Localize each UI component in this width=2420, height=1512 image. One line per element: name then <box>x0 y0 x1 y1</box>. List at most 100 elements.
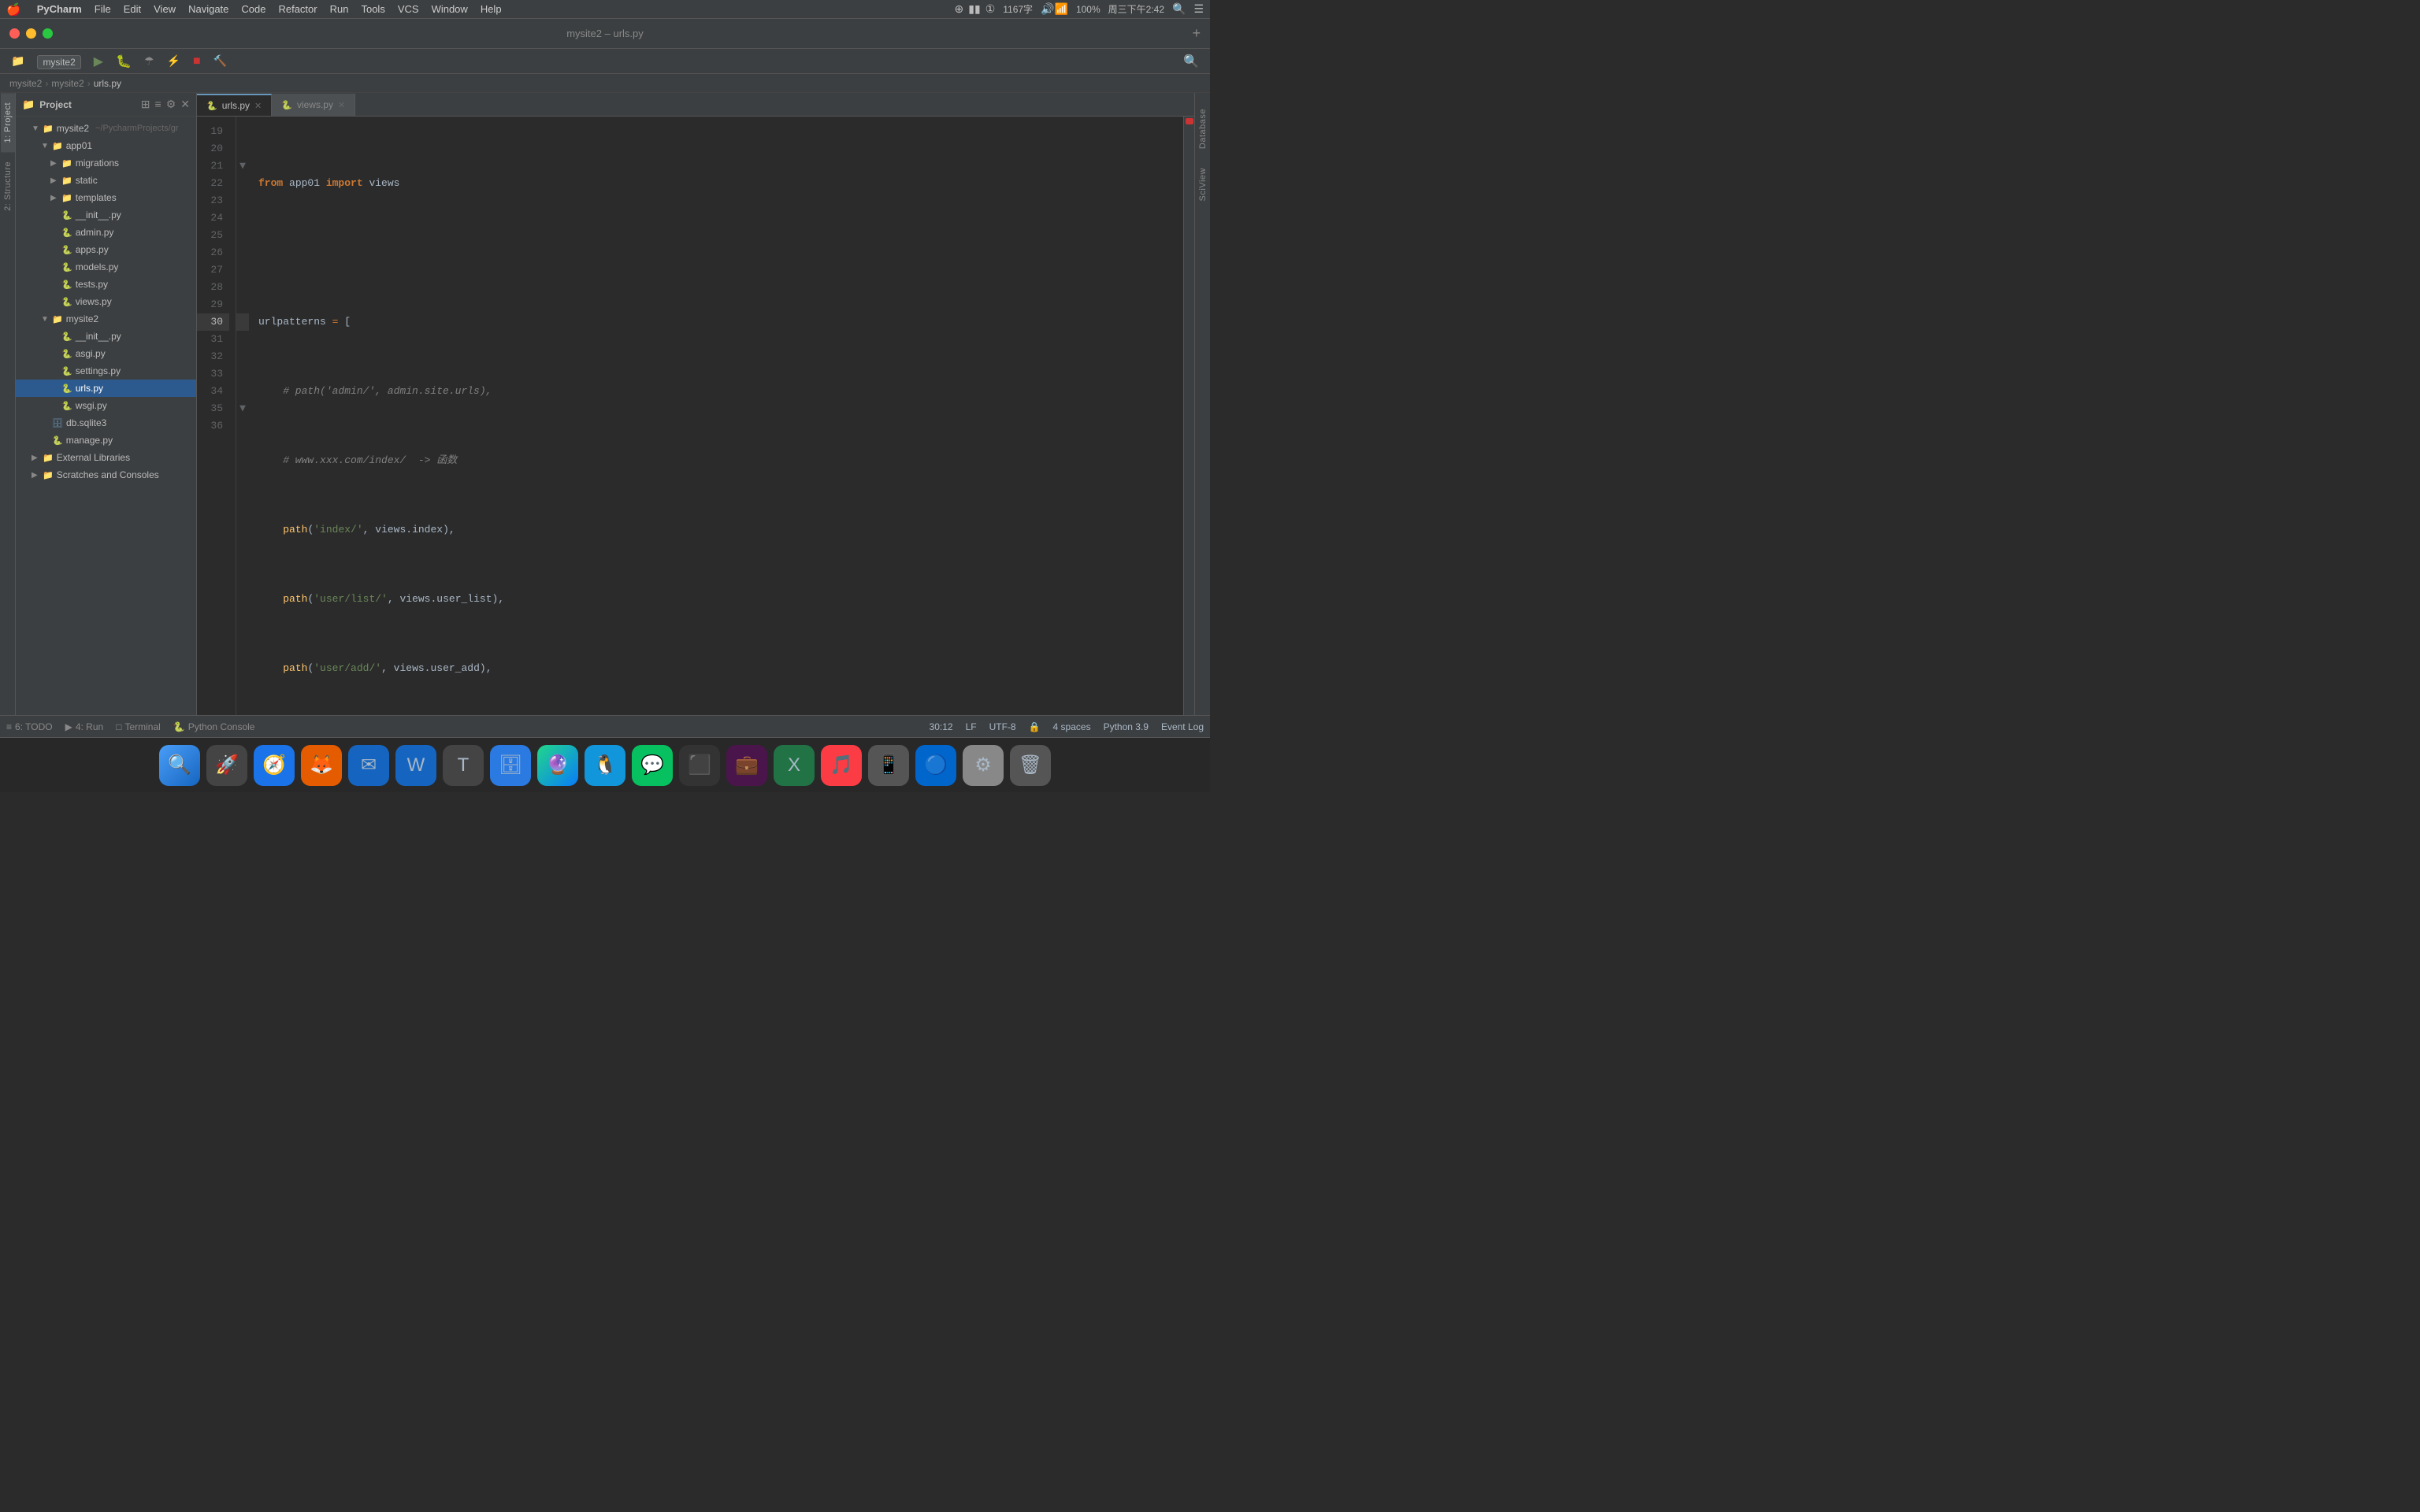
tab-views-py[interactable]: 🐍 views.py ✕ <box>272 94 355 116</box>
nav-folder[interactable]: 📁 <box>6 53 29 69</box>
maximize-button[interactable] <box>43 28 53 39</box>
menu-window[interactable]: Window <box>432 3 468 15</box>
terminal-status[interactable]: □ Terminal <box>116 721 161 732</box>
code-line-19: from app01 import views <box>258 175 1174 192</box>
tree-static[interactable]: ▶ 📁 static <box>16 172 196 189</box>
dock-wechat[interactable]: 💬 <box>632 745 673 786</box>
tree-migrations[interactable]: ▶ 📁 migrations <box>16 154 196 172</box>
tree-apps-py[interactable]: ▶ 🐍 apps.py <box>16 241 196 258</box>
dock-app1[interactable]: 📱 <box>868 745 909 786</box>
dock-pycharm[interactable]: 🔮 <box>537 745 578 786</box>
menu-help[interactable]: Help <box>481 3 502 15</box>
tab-urls-label: urls.py <box>222 100 250 111</box>
run-profile[interactable]: ⚡ <box>162 53 185 69</box>
dock-music[interactable]: 🎵 <box>821 745 862 786</box>
database-tab[interactable]: Database <box>1196 99 1210 158</box>
dock-typora[interactable]: T <box>443 745 484 786</box>
run-button[interactable]: ▶ <box>89 52 108 71</box>
menu-view[interactable]: View <box>154 3 176 15</box>
app-name[interactable]: PyCharm <box>37 3 82 15</box>
project-tab[interactable]: 1: Project <box>1 93 15 152</box>
close-button[interactable] <box>9 28 20 39</box>
global-search-button[interactable]: 🔍 <box>1178 52 1204 71</box>
tree-manage-py[interactable]: ▶ 🐍 manage.py <box>16 432 196 449</box>
dock-trash[interactable]: 🗑 <box>1010 745 1051 786</box>
encoding[interactable]: UTF-8 <box>989 721 1016 732</box>
tree-views-py[interactable]: ▶ 🐍 views.py <box>16 293 196 310</box>
nav-toolbar: 📁 mysite2 ▶ 🐛 ☂ ⚡ ■ 🔨 🔍 <box>0 49 1210 74</box>
breadcrumb-mysite2-2[interactable]: mysite2 <box>51 78 84 89</box>
dock-excel[interactable]: X <box>774 745 815 786</box>
code-content[interactable]: from app01 import views urlpatterns = [ … <box>249 117 1183 715</box>
menu-code[interactable]: Code <box>241 3 265 15</box>
dock-firefox[interactable]: 🦊 <box>301 745 342 786</box>
menu-vcs[interactable]: VCS <box>398 3 419 15</box>
tree-urls-py[interactable]: ▶ 🐍 urls.py <box>16 380 196 397</box>
run-status[interactable]: ▶ 4: Run <box>65 721 104 732</box>
tree-wsgi-py[interactable]: ▶ 🐍 wsgi.py <box>16 397 196 414</box>
dock-navicat2[interactable]: 🔵 <box>915 745 956 786</box>
tree-app01[interactable]: ▼ 📁 app01 <box>16 137 196 154</box>
search-icon[interactable]: 🔍 <box>1172 2 1186 16</box>
dock-misc1[interactable]: ⚙ <box>963 745 1004 786</box>
project-settings[interactable]: ⚙ <box>166 98 176 111</box>
line-ending[interactable]: LF <box>966 721 977 732</box>
project-expand-all[interactable]: ⊞ <box>141 98 150 111</box>
tree-db-sqlite[interactable]: ▶ 🗄 db.sqlite3 <box>16 414 196 432</box>
run-coverage[interactable]: ☂ <box>139 53 159 69</box>
dock-navicat[interactable]: 🗄 <box>490 745 531 786</box>
right-gutter-scrollbar[interactable] <box>1183 117 1194 715</box>
stop-button[interactable]: ■ <box>188 53 206 70</box>
project-close[interactable]: ✕ <box>180 98 190 111</box>
project-collapse-all[interactable]: ≡ <box>155 98 161 111</box>
add-tab-button[interactable]: + <box>1192 25 1201 42</box>
dock-slack[interactable]: 💼 <box>726 745 767 786</box>
menu-file[interactable]: File <box>95 3 111 15</box>
menu-tools[interactable]: Tools <box>361 3 384 15</box>
nav-run-config[interactable]: mysite2 <box>32 54 85 69</box>
tree-models-py[interactable]: ▶ 🐍 models.py <box>16 258 196 276</box>
python-version[interactable]: Python 3.9 <box>1104 721 1149 732</box>
tree-external-libraries[interactable]: ▶ 📁 External Libraries <box>16 449 196 466</box>
fold-urlpatterns[interactable]: ▼ <box>236 158 249 175</box>
menu-refactor[interactable]: Refactor <box>278 3 317 15</box>
tree-asgi-py[interactable]: ▶ 🐍 asgi.py <box>16 345 196 362</box>
dock-safari[interactable]: 🧭 <box>254 745 295 786</box>
event-log[interactable]: Event Log <box>1161 721 1204 732</box>
todo-status[interactable]: ≡ 6: TODO <box>6 721 53 732</box>
tab-urls-close[interactable]: ✕ <box>254 101 262 111</box>
minimize-button[interactable] <box>26 28 36 39</box>
dock-terminal[interactable]: ⬛ <box>679 745 720 786</box>
debug-button[interactable]: 🐛 <box>111 52 136 71</box>
tree-mysite2-init[interactable]: ▶ 🐍 __init__.py <box>16 328 196 345</box>
breadcrumb-mysite2[interactable]: mysite2 <box>9 78 42 89</box>
tree-settings-py[interactable]: ▶ 🐍 settings.py <box>16 362 196 380</box>
build-button[interactable]: 🔨 <box>209 53 232 69</box>
sciview-tab[interactable]: SciView <box>1196 158 1210 210</box>
tree-templates[interactable]: ▶ 📁 templates <box>16 189 196 206</box>
breadcrumb-urls-py[interactable]: urls.py <box>94 78 121 89</box>
indent-setting[interactable]: 4 spaces <box>1053 721 1091 732</box>
structure-tab[interactable]: 2: Structure <box>1 152 15 220</box>
tree-admin-py[interactable]: ▶ 🐍 admin.py <box>16 224 196 241</box>
tab-urls-py[interactable]: 🐍 urls.py ✕ <box>197 94 272 116</box>
tree-root-mysite2[interactable]: ▼ 📁 mysite2 ~/PycharmProjects/gr <box>16 120 196 137</box>
menu-edit[interactable]: Edit <box>124 3 141 15</box>
tab-bar: 🐍 urls.py ✕ 🐍 views.py ✕ <box>197 93 1194 117</box>
tree-app01-init[interactable]: ▶ 🐍 __init__.py <box>16 206 196 224</box>
apple-menu[interactable]: 🍎 <box>6 2 21 17</box>
dock-mail[interactable]: ✉ <box>348 745 389 786</box>
dock-finder[interactable]: 🔍 <box>159 745 200 786</box>
tree-scratches-consoles[interactable]: ▶ 📁 Scratches and Consoles <box>16 466 196 484</box>
python-console-status[interactable]: 🐍 Python Console <box>173 721 255 732</box>
dock-qq[interactable]: 🐧 <box>585 745 625 786</box>
fold-end[interactable]: ▼ <box>236 400 249 417</box>
notification-icon[interactable]: ☰ <box>1193 2 1204 16</box>
tree-tests-py[interactable]: ▶ 🐍 tests.py <box>16 276 196 293</box>
dock-launchpad[interactable]: 🚀 <box>206 745 247 786</box>
dock-word[interactable]: W <box>395 745 436 786</box>
tab-views-close[interactable]: ✕ <box>338 100 345 110</box>
menu-run[interactable]: Run <box>330 3 349 15</box>
tree-mysite2-sub[interactable]: ▼ 📁 mysite2 <box>16 310 196 328</box>
menu-navigate[interactable]: Navigate <box>188 3 228 15</box>
